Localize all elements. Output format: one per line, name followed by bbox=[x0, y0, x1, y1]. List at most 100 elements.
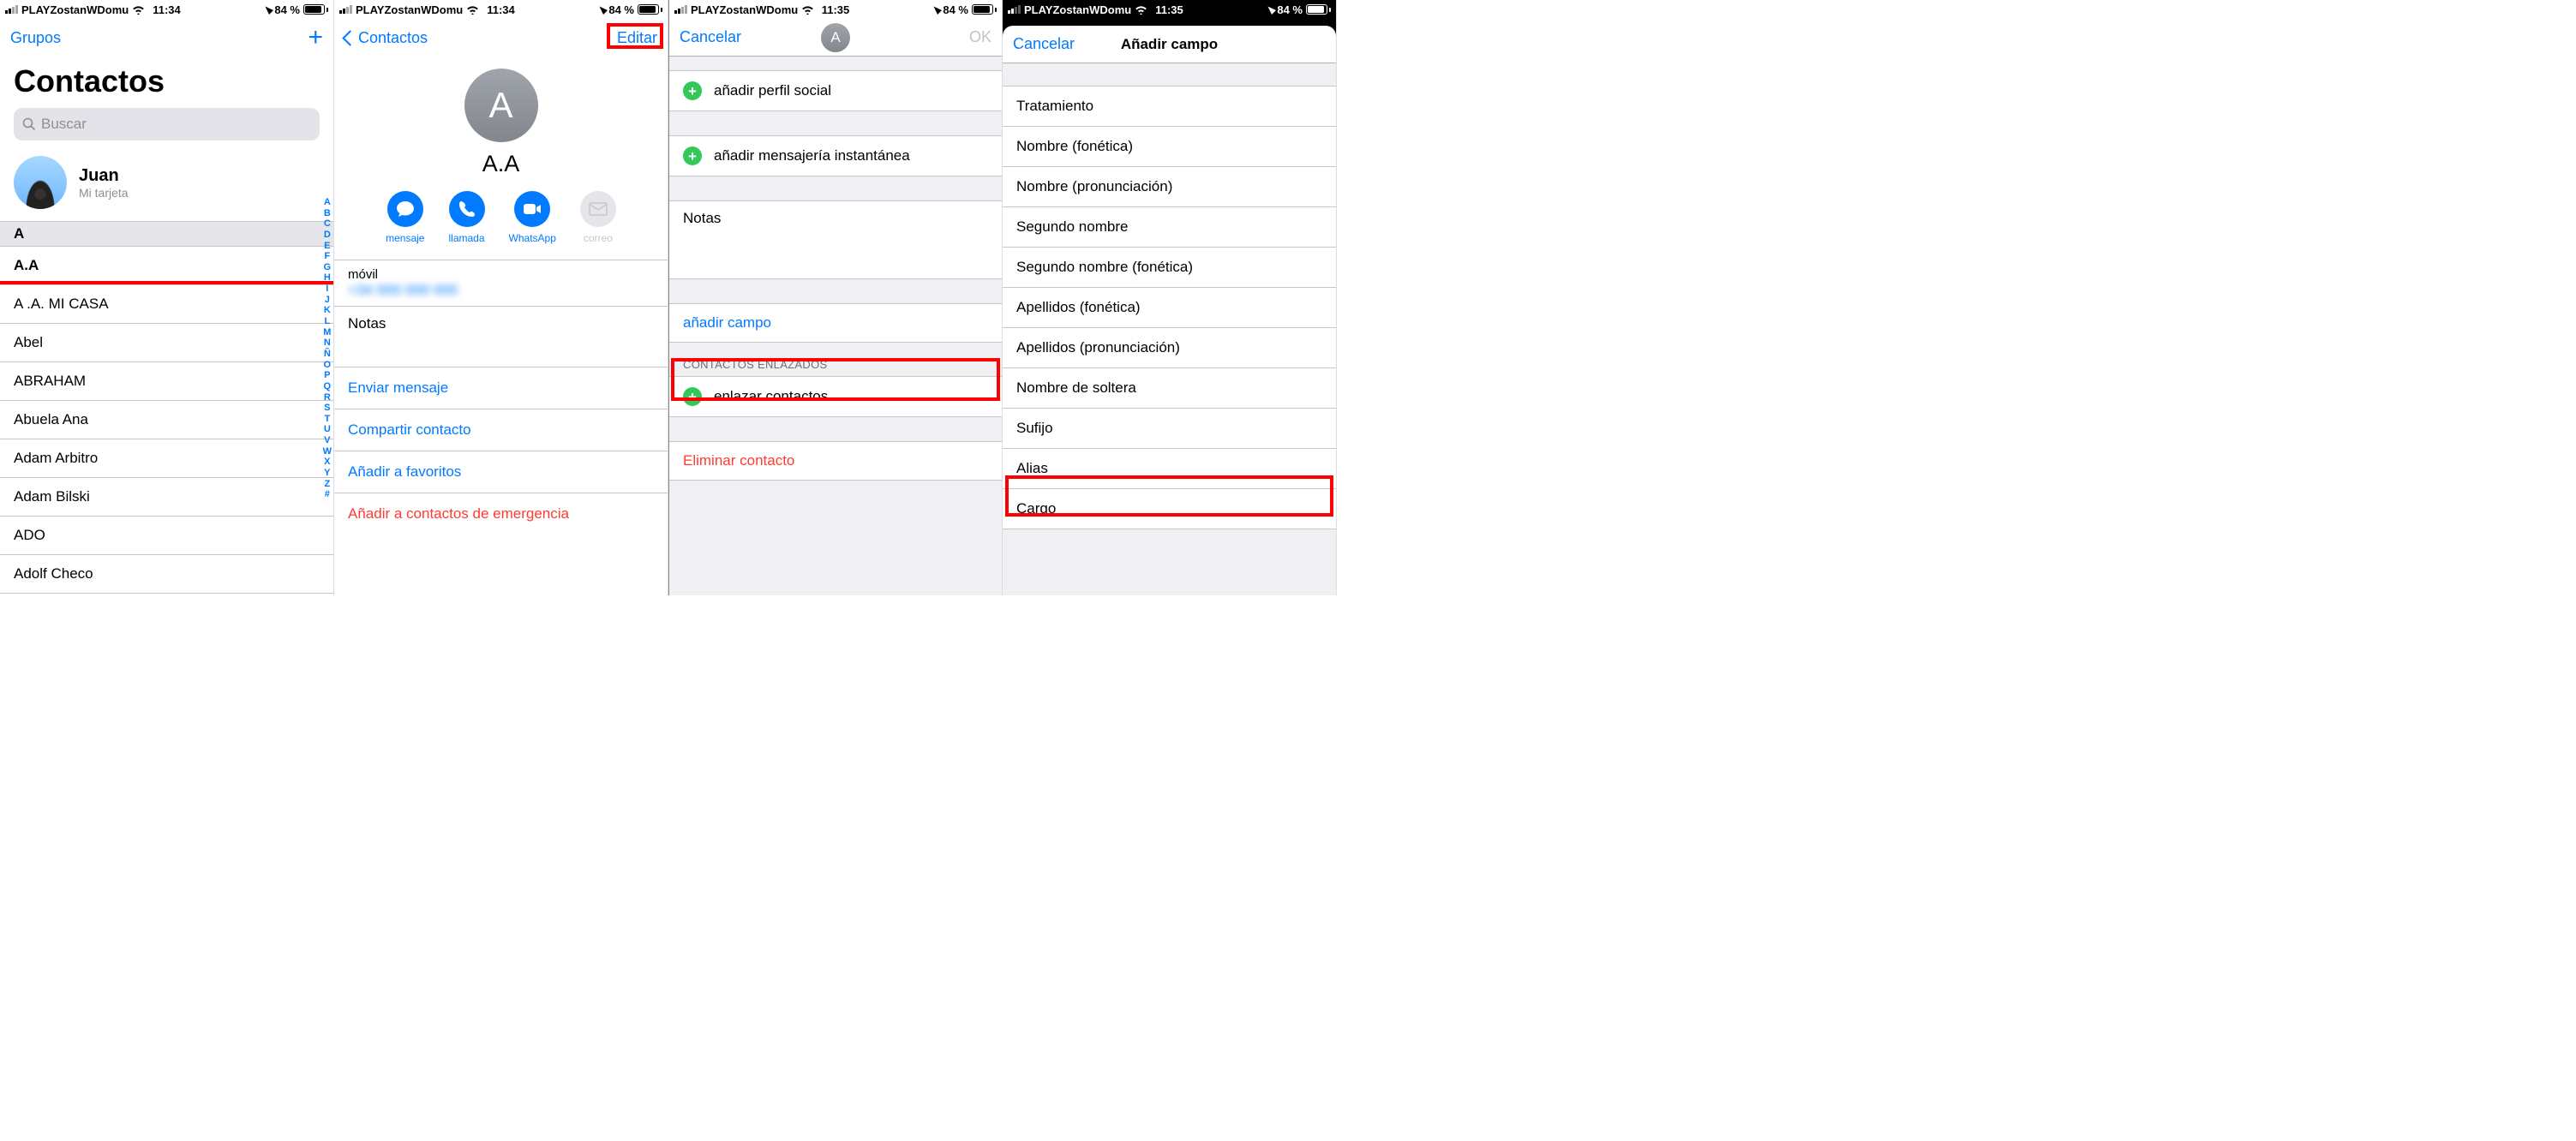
notes-row[interactable]: Notas bbox=[334, 306, 668, 367]
carrier-label: PLAYZostanWDomu bbox=[356, 3, 463, 16]
add-social-row[interactable]: +añadir perfil social bbox=[669, 71, 1002, 111]
contact-row[interactable]: ADO bbox=[0, 517, 333, 555]
phone-label: móvil bbox=[348, 267, 654, 282]
contact-name: A.A bbox=[334, 151, 668, 177]
phone-value: +34 000 000 000 bbox=[348, 282, 654, 299]
wifi-icon bbox=[466, 5, 479, 15]
share-contact-link[interactable]: Compartir contacto bbox=[334, 409, 668, 451]
signal-icon bbox=[1008, 5, 1021, 14]
carrier-label: PLAYZostanWDomu bbox=[691, 3, 798, 16]
highlight-box bbox=[1005, 475, 1333, 517]
my-name: Juan bbox=[79, 166, 129, 186]
contact-row[interactable]: Adam Arbitro bbox=[0, 439, 333, 478]
field-option[interactable]: Nombre de soltera bbox=[1003, 368, 1336, 409]
field-option[interactable]: Apellidos (fonética) bbox=[1003, 288, 1336, 328]
status-bar: PLAYZostanWDomu 11:34 84 % bbox=[334, 0, 668, 19]
contact-row[interactable]: ABRAHAM bbox=[0, 362, 333, 401]
contact-avatar-small: A bbox=[821, 23, 850, 52]
whatsapp-action[interactable]: WhatsApp bbox=[509, 191, 556, 244]
location-icon bbox=[1266, 4, 1276, 15]
groups-button[interactable]: Grupos bbox=[10, 29, 61, 47]
clock: 11:35 bbox=[822, 3, 850, 16]
battery-pct: 84 % bbox=[608, 3, 634, 16]
clock: 11:35 bbox=[1155, 3, 1183, 16]
highlight-box bbox=[671, 358, 1000, 401]
field-option[interactable]: Nombre (pronunciación) bbox=[1003, 167, 1336, 207]
contact-avatar: A bbox=[464, 69, 538, 142]
battery-icon bbox=[972, 4, 997, 15]
video-icon bbox=[514, 191, 550, 227]
add-emergency-link[interactable]: Añadir a contactos de emergencia bbox=[334, 493, 668, 535]
search-input[interactable]: Buscar bbox=[14, 108, 320, 140]
back-label: Contactos bbox=[358, 29, 428, 47]
battery-pct: 84 % bbox=[943, 3, 968, 16]
section-header: A bbox=[0, 221, 333, 247]
back-button[interactable]: Contactos bbox=[344, 29, 428, 47]
status-bar: PLAYZostanWDomu 11:35 84 % bbox=[669, 0, 1002, 19]
screen-contacts-list: PLAYZostanWDomu 11:34 84 % Grupos + Cont… bbox=[0, 0, 334, 595]
index-rail[interactable]: ABCDEFGHIJKLMNÑOPQRSTUVWXYZ# bbox=[323, 197, 332, 500]
field-option[interactable]: Tratamiento bbox=[1003, 86, 1336, 127]
cancel-button[interactable]: Cancelar bbox=[1013, 35, 1075, 53]
notes-field[interactable]: Notas bbox=[669, 200, 1002, 279]
avatar bbox=[14, 156, 67, 209]
clock: 11:34 bbox=[153, 3, 181, 16]
highlight-line bbox=[0, 281, 333, 284]
location-icon bbox=[597, 4, 608, 15]
message-action[interactable]: mensaje bbox=[386, 191, 424, 244]
ok-button: OK bbox=[969, 28, 991, 46]
add-field-row[interactable]: añadir campo bbox=[669, 304, 1002, 342]
navbar: Grupos + bbox=[0, 19, 333, 57]
battery-pct: 84 % bbox=[1277, 3, 1303, 16]
my-card[interactable]: Juan Mi tarjeta bbox=[0, 152, 333, 221]
clock: 11:34 bbox=[487, 3, 515, 16]
message-icon bbox=[387, 191, 423, 227]
call-action[interactable]: llamada bbox=[448, 191, 484, 244]
wifi-icon bbox=[132, 5, 145, 15]
send-message-link[interactable]: Enviar mensaje bbox=[334, 367, 668, 409]
navbar: Cancelar A OK bbox=[669, 19, 1002, 57]
mail-icon bbox=[580, 191, 616, 227]
plus-icon: + bbox=[683, 146, 702, 165]
contact-row[interactable]: A .A. MI CASA bbox=[0, 285, 333, 324]
field-option[interactable]: Apellidos (pronunciación) bbox=[1003, 328, 1336, 368]
add-im-row[interactable]: +añadir mensajería instantánea bbox=[669, 136, 1002, 176]
search-placeholder: Buscar bbox=[41, 116, 87, 133]
screen-add-field: PLAYZostanWDomu 11:35 84 % Cancelar Añad… bbox=[1003, 0, 1337, 595]
contact-row[interactable]: A.A bbox=[0, 247, 333, 285]
contact-row[interactable]: Adam Bilski bbox=[0, 478, 333, 517]
search-icon bbox=[22, 117, 36, 131]
highlight-box bbox=[607, 23, 663, 49]
battery-icon bbox=[303, 4, 328, 15]
chevron-left-icon bbox=[344, 29, 355, 46]
cancel-button[interactable]: Cancelar bbox=[680, 28, 741, 46]
battery-pct: 84 % bbox=[274, 3, 300, 16]
field-option[interactable]: Nombre (fonética) bbox=[1003, 127, 1336, 167]
add-contact-button[interactable]: + bbox=[308, 25, 323, 51]
contact-row[interactable]: Abel bbox=[0, 324, 333, 362]
page-title: Contactos bbox=[0, 57, 333, 108]
signal-icon bbox=[339, 5, 352, 14]
screen-contact-edit: PLAYZostanWDomu 11:35 84 % Cancelar A OK… bbox=[668, 0, 1003, 595]
carrier-label: PLAYZostanWDomu bbox=[1024, 3, 1131, 16]
plus-icon: + bbox=[683, 81, 702, 100]
field-option[interactable]: Segundo nombre bbox=[1003, 207, 1336, 248]
battery-icon bbox=[1306, 4, 1331, 15]
location-icon bbox=[932, 4, 942, 15]
status-bar: PLAYZostanWDomu 11:35 84 % bbox=[1003, 0, 1336, 19]
signal-icon bbox=[674, 5, 687, 14]
location-icon bbox=[263, 4, 273, 15]
delete-contact-row[interactable]: Eliminar contacto bbox=[669, 442, 1002, 480]
carrier-label: PLAYZostanWDomu bbox=[21, 3, 129, 16]
navbar: Cancelar Añadir campo bbox=[1003, 26, 1336, 63]
contact-row[interactable]: Abuela Ana bbox=[0, 401, 333, 439]
add-favorite-link[interactable]: Añadir a favoritos bbox=[334, 451, 668, 493]
field-option[interactable]: Segundo nombre (fonética) bbox=[1003, 248, 1336, 288]
phone-row[interactable]: móvil +34 000 000 000 bbox=[334, 260, 668, 306]
screen-contact-detail: PLAYZostanWDomu 11:34 84 % Contactos Edi… bbox=[334, 0, 668, 595]
field-option[interactable]: Sufijo bbox=[1003, 409, 1336, 449]
signal-icon bbox=[5, 5, 18, 14]
sheet-title: Añadir campo bbox=[1121, 36, 1218, 53]
mail-action: correo bbox=[580, 191, 616, 244]
contact-row[interactable]: Adolf Checo bbox=[0, 555, 333, 594]
